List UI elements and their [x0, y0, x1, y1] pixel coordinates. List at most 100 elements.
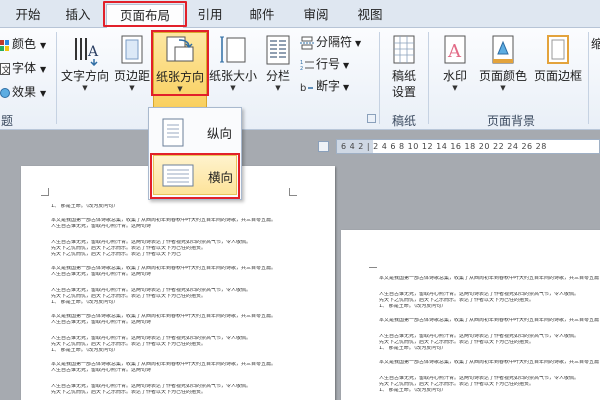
theme-fonts-button[interactable]: 文字体 ▼ — [0, 58, 46, 78]
svg-text:文: 文 — [2, 64, 11, 76]
doc-line: 先天下之忧而忧，后天下之乐而乐。表达了作者以天下为己任的抱负。 — [51, 390, 207, 395]
page-setup-dialog-launcher[interactable] — [367, 114, 376, 123]
doc-line: 本文是我国第一部古体诗歌总集，收集了从西周初年到春秋中叶大约五百年间的诗歌，共三… — [379, 318, 599, 323]
svg-text:A: A — [87, 44, 99, 60]
doc-line: 人生自古谁无死，留取丹心照汗青。这两句诗表达了作者视死如归的崇高气节，令人敬佩。 — [51, 336, 252, 341]
watermark-icon: A — [444, 35, 466, 64]
orientation-icon — [166, 36, 194, 62]
columns-button[interactable]: 分栏 ▼ — [260, 32, 296, 110]
svg-text:b: b — [300, 83, 306, 94]
theme-effects-button[interactable]: 效果 ▼ — [0, 82, 46, 102]
orientation-dropdown: 纵向 横向 — [148, 107, 242, 200]
document-page-landscape[interactable]: 本文是我国第一部古体诗歌总集，收集了从西周初年到春秋中叶大约五百年间的诗歌，共三… — [341, 230, 600, 400]
page-borders-label: 页面边框 — [533, 69, 582, 83]
dropdown-arrow-icon: ▼ — [452, 84, 458, 92]
doc-line: 人生自古谁无死，留取丹心照汗青。这两句诗表达了作者视死如归的崇高气节，令人敬佩。 — [51, 272, 151, 277]
doc-line: 1、 那是王命。（改为反问句） — [51, 300, 119, 305]
crop-mark — [289, 188, 297, 196]
margins-label: 页边距 — [113, 69, 150, 83]
tab-references[interactable]: 引用 — [190, 4, 230, 28]
crop-mark — [41, 188, 49, 196]
doc-line: 人生自古谁无死，留取丹心照汗青。这两句诗表达了作者视死如归的崇高气节，令人敬佩。 — [51, 240, 252, 245]
doc-line: 先天下之忧而忧，后天下之乐而乐。表达了作者以天下为己任的抱负。 — [379, 382, 535, 387]
doc-line: 本文是我国第一部古体诗歌总集，收集了从西周初年到春秋中叶大约五百年间的诗歌，共三… — [51, 314, 277, 319]
text-direction-button[interactable]: A 文字方向 ▼ — [60, 32, 110, 110]
manuscript-settings-button[interactable]: 稿纸 设置 — [384, 32, 424, 110]
line-numbers-icon: 12 — [300, 60, 314, 72]
tab-mailings[interactable]: 邮件 — [240, 4, 284, 28]
doc-line: 人生自古谁无死，留取丹心照汗青。这两句诗表达了作者视死如归的崇高气节，令人敬佩。 — [379, 334, 580, 339]
doc-line: 人生自古谁无死，留取丹心照汗青。这两句诗表达了作者视死如归的崇高气节，令人敬佩。 — [379, 292, 580, 297]
dropdown-arrow-icon: ▼ — [177, 85, 183, 93]
group-separator — [588, 32, 589, 124]
dropdown-arrow-icon: ▼ — [343, 61, 350, 70]
page-borders-button[interactable]: 页面边框 — [530, 32, 586, 110]
colors-icon — [0, 39, 9, 51]
dropdown-arrow-icon: ▼ — [343, 83, 350, 92]
orientation-landscape-label: 横向 — [208, 170, 234, 185]
doc-line: 人生自古谁无死，留取丹心照汗青。这两句诗表达了作者视死如归的崇高气节，令人敬佩。 — [51, 224, 151, 229]
margins-button[interactable]: 页边距 ▼ — [110, 32, 154, 110]
columns-label: 分栏 — [265, 69, 290, 83]
doc-line: 1、 那是王命。（改为反问句） — [51, 204, 119, 209]
theme-colors-button[interactable]: 颜色 ▼ — [0, 34, 46, 54]
landscape-page-icon — [162, 164, 194, 187]
doc-line: 先天下之忧而忧，后天下之乐而乐。表达了作者以天下为己任的抱负。 — [379, 298, 535, 303]
doc-line: 本文是我国第一部古体诗歌总集，收集了从西周初年到春秋中叶大约五百年间的诗歌，共三… — [379, 360, 599, 365]
doc-line: 1、 那是王命。（改为反问句） — [51, 348, 119, 353]
columns-icon — [266, 35, 290, 65]
ribbon: 颜色 ▼ 文字体 ▼ 效果 ▼ 题 A 文字方向 ▼ 页边距 ▼ 纸张方向 ▼ 纸张大… — [0, 28, 600, 130]
text-direction-label: 文字方向 — [60, 69, 109, 83]
size-button[interactable]: 纸张大小 ▼ — [208, 32, 258, 110]
dropdown-arrow-icon: ▼ — [82, 84, 88, 92]
indent-partial-label: 缩 — [591, 37, 600, 51]
group-separator — [428, 32, 429, 124]
theme-group-label: 题 — [0, 114, 13, 128]
manuscript-settings-label-2: 设置 — [391, 85, 416, 99]
dropdown-arrow-icon: ▼ — [355, 39, 362, 48]
page-background-group-label: 页面背景 — [486, 114, 535, 128]
dropdown-arrow-icon: ▼ — [275, 84, 281, 92]
text-direction-icon: A — [75, 38, 99, 66]
tab-home[interactable]: 开始 — [8, 4, 48, 28]
doc-line: 先天下之忧而忧，后天下之乐而乐。表达了作者以天下为己任的抱负。 — [51, 342, 207, 347]
page-color-label: 页面颜色 — [478, 69, 527, 83]
watermark-label: 水印 — [442, 69, 467, 83]
tab-view[interactable]: 视图 — [348, 4, 392, 28]
orientation-landscape-option[interactable]: 横向 — [153, 155, 237, 195]
page-borders-icon — [547, 35, 569, 64]
doc-line: 人生自古谁无死，留取丹心照汗青。这两句诗表达了作者视死如归的崇高气节，令人敬佩。 — [51, 368, 151, 373]
line-numbers-label: 行号 — [316, 57, 341, 71]
doc-line: 本文是我国第一部古体诗歌总集，收集了从西周初年到春秋中叶大约五百年间的诗歌，共三… — [51, 266, 277, 271]
crop-mark — [369, 260, 377, 268]
portrait-page-icon — [162, 118, 184, 147]
doc-line: 人生自古谁无死，留取丹心照汗青。这两句诗表达了作者视死如归的崇高气节，令人敬佩。 — [379, 376, 580, 381]
doc-line: 人生自古谁无死，留取丹心照汗青。这两句诗表达了作者视死如归的崇高气节，令人敬佩。 — [51, 288, 252, 293]
group-separator — [379, 32, 380, 124]
manuscript-grid-icon — [393, 35, 415, 64]
theme-fonts-label: 字体 — [12, 61, 37, 75]
doc-line: 1、 那是王命。（改为反问句） — [379, 304, 447, 309]
dropdown-arrow-icon: ▼ — [129, 84, 135, 92]
tab-insert[interactable]: 插入 — [56, 4, 100, 28]
theme-colors-label: 颜色 — [12, 37, 37, 51]
tab-review[interactable]: 审阅 — [294, 4, 338, 28]
ruler-toggle[interactable] — [318, 141, 329, 152]
paper-size-icon — [220, 36, 246, 63]
hyphenation-button[interactable]: b 断字 ▼ — [300, 76, 349, 96]
page-color-button[interactable]: 页面颜色 ▼ — [476, 32, 530, 110]
manuscript-group-label: 稿纸 — [391, 114, 416, 128]
orientation-button[interactable]: 纸张方向 ▼ — [153, 32, 207, 110]
horizontal-ruler[interactable]: 6 4 2 | 2 4 6 8 10 12 14 16 18 20 22 24 … — [336, 139, 600, 154]
hyphenation-label: 断字 — [316, 79, 341, 93]
line-numbers-button[interactable]: 1 2 行号 ▼ — [300, 54, 349, 74]
orientation-portrait-option[interactable]: 纵向 — [153, 112, 237, 152]
document-page-portrait[interactable]: 1、 那是王命。（改为反问句） 本文是我国第一部古体诗歌总集，收集了从西周初年到… — [21, 166, 335, 400]
watermark-button[interactable]: A 水印 ▼ — [436, 32, 474, 110]
breaks-button[interactable]: 分隔符 ▼ — [300, 32, 361, 52]
manuscript-settings-label-1: 稿纸 — [391, 69, 416, 83]
doc-line: 本文是我国第一部古体诗歌总集，收集了从西周初年到春秋中叶大约五百年间的诗歌，共三… — [51, 362, 277, 367]
tab-page-layout[interactable]: 页面布局 — [106, 4, 184, 28]
doc-line: 1、 那是王命。（改为反问句） — [379, 346, 447, 351]
doc-line: 1、 那是王命。（改为反问句） — [379, 388, 447, 393]
